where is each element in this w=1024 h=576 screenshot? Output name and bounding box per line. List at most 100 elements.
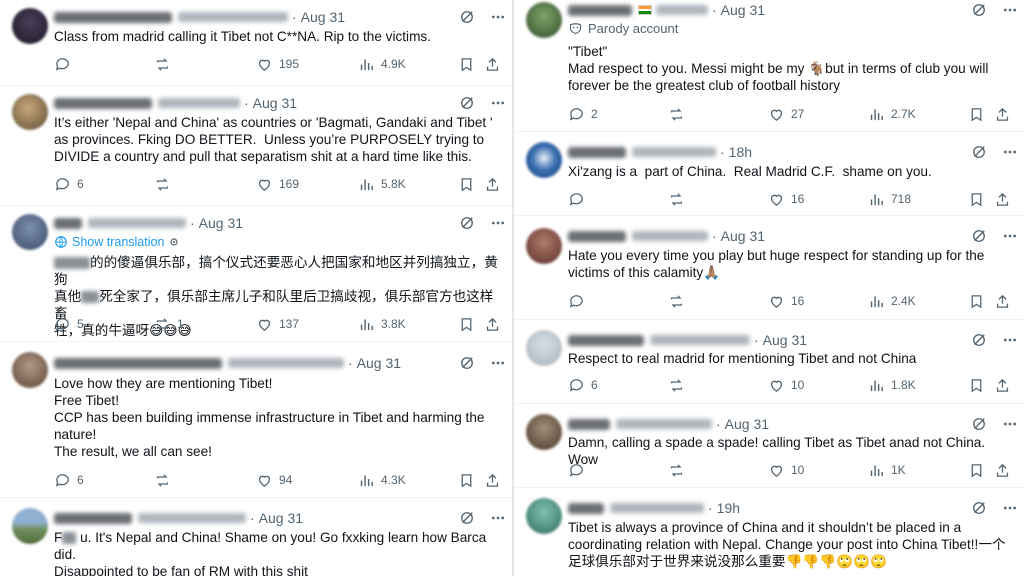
- avatar[interactable]: [12, 8, 48, 44]
- tweet-card[interactable]: · Aug 31 F u. It's Nepal and China! Sham…: [0, 498, 512, 576]
- bookmark-button[interactable]: [968, 106, 985, 123]
- views-button[interactable]: 718: [868, 191, 911, 208]
- grok-icon[interactable]: [970, 1, 988, 19]
- grok-icon[interactable]: [458, 8, 476, 26]
- share-button[interactable]: [484, 56, 501, 73]
- views-button[interactable]: 2.4K: [868, 293, 916, 310]
- tweet-date[interactable]: Aug 31: [357, 355, 401, 371]
- reply-button[interactable]: [568, 293, 591, 310]
- views-button[interactable]: 4.3K: [358, 472, 406, 489]
- more-icon[interactable]: [1002, 500, 1018, 516]
- more-icon[interactable]: [1002, 2, 1018, 18]
- grok-icon[interactable]: [458, 509, 476, 527]
- repost-button[interactable]: [668, 377, 691, 394]
- avatar[interactable]: [12, 508, 48, 544]
- grok-icon[interactable]: [458, 94, 476, 112]
- tweet-card[interactable]: · Aug 31 Show translation 的的傻逼俱乐部，搞个仪式还要…: [0, 206, 512, 342]
- share-button[interactable]: [994, 462, 1011, 479]
- reply-button[interactable]: [568, 191, 591, 208]
- repost-button[interactable]: [668, 191, 691, 208]
- more-icon[interactable]: [1002, 332, 1018, 348]
- tweet-date[interactable]: Aug 31: [301, 9, 345, 25]
- repost-button[interactable]: [154, 56, 177, 73]
- avatar[interactable]: [526, 330, 562, 366]
- reply-button[interactable]: 6: [54, 176, 84, 193]
- reply-button[interactable]: 6: [54, 472, 84, 489]
- tweet-date[interactable]: Aug 31: [253, 95, 297, 111]
- share-button[interactable]: [484, 472, 501, 489]
- tweet-date[interactable]: 18h: [729, 144, 752, 160]
- bookmark-button[interactable]: [968, 191, 985, 208]
- avatar[interactable]: [12, 352, 48, 388]
- tweet-card[interactable]: · Aug 31 Damn, calling a spade a spade! …: [514, 404, 1024, 488]
- like-button[interactable]: 27: [768, 106, 804, 123]
- reply-button[interactable]: [54, 56, 77, 73]
- tweet-card[interactable]: · Aug 31 Respect to real madrid for ment…: [514, 320, 1024, 404]
- tweet-date[interactable]: Aug 31: [721, 228, 765, 244]
- more-icon[interactable]: [490, 355, 506, 371]
- like-button[interactable]: 169: [256, 176, 299, 193]
- repost-button[interactable]: [668, 106, 691, 123]
- tweet-card[interactable]: · 18h Xi'zang is a part of China. Real M…: [514, 132, 1024, 216]
- avatar[interactable]: [12, 214, 48, 250]
- tweet-date[interactable]: Aug 31: [763, 332, 807, 348]
- like-button[interactable]: 10: [768, 462, 804, 479]
- tweet-card[interactable]: · Aug 31 Hate you every time you play bu…: [514, 216, 1024, 320]
- grok-icon[interactable]: [970, 331, 988, 349]
- more-icon[interactable]: [490, 95, 506, 111]
- repost-button[interactable]: [668, 293, 691, 310]
- repost-button[interactable]: [154, 472, 177, 489]
- reply-button[interactable]: 5: [54, 316, 84, 333]
- views-button[interactable]: 1.8K: [868, 377, 916, 394]
- bookmark-button[interactable]: [458, 316, 475, 333]
- avatar[interactable]: [526, 498, 562, 534]
- views-button[interactable]: 3.8K: [358, 316, 406, 333]
- reply-button[interactable]: 6: [568, 377, 598, 394]
- views-button[interactable]: 2.7K: [868, 106, 916, 123]
- like-button[interactable]: 16: [768, 293, 804, 310]
- tweet-card[interactable]: · Aug 31 Love how they are mentioning Ti…: [0, 342, 512, 498]
- bookmark-button[interactable]: [458, 176, 475, 193]
- views-button[interactable]: 1K: [868, 462, 906, 479]
- bookmark-button[interactable]: [968, 293, 985, 310]
- share-button[interactable]: [484, 176, 501, 193]
- more-icon[interactable]: [490, 510, 506, 526]
- tweet-date[interactable]: Aug 31: [199, 215, 243, 231]
- repost-button[interactable]: 1: [154, 316, 184, 333]
- bookmark-button[interactable]: [458, 56, 475, 73]
- grok-icon[interactable]: [458, 214, 476, 232]
- grok-icon[interactable]: [970, 143, 988, 161]
- bookmark-button[interactable]: [458, 472, 475, 489]
- tweet-card[interactable]: · Aug 31 Parody account "Tibet" Mad resp…: [514, 0, 1024, 132]
- share-button[interactable]: [994, 293, 1011, 310]
- views-button[interactable]: 4.9K: [358, 56, 406, 73]
- avatar[interactable]: [526, 228, 562, 264]
- repost-button[interactable]: [668, 462, 691, 479]
- like-button[interactable]: 195: [256, 56, 299, 73]
- more-icon[interactable]: [1002, 416, 1018, 432]
- bookmark-button[interactable]: [968, 377, 985, 394]
- more-icon[interactable]: [490, 9, 506, 25]
- avatar[interactable]: [12, 94, 48, 130]
- more-icon[interactable]: [490, 215, 506, 231]
- share-button[interactable]: [484, 316, 501, 333]
- tweet-card[interactable]: · 19h Tibet is always a province of Chin…: [514, 488, 1024, 576]
- tweet-date[interactable]: Aug 31: [721, 2, 765, 18]
- tweet-card[interactable]: · Aug 31 Class from madrid calling it Ti…: [0, 0, 512, 86]
- like-button[interactable]: 94: [256, 472, 292, 489]
- bookmark-button[interactable]: [968, 462, 985, 479]
- avatar[interactable]: [526, 142, 562, 178]
- grok-icon[interactable]: [970, 227, 988, 245]
- avatar[interactable]: [526, 414, 562, 450]
- tweet-date[interactable]: Aug 31: [725, 416, 769, 432]
- tweet-date[interactable]: 19h: [717, 500, 740, 516]
- show-translation-link[interactable]: Show translation: [54, 235, 180, 249]
- more-icon[interactable]: [1002, 144, 1018, 160]
- like-button[interactable]: 137: [256, 316, 299, 333]
- like-button[interactable]: 16: [768, 191, 804, 208]
- share-button[interactable]: [994, 106, 1011, 123]
- reply-button[interactable]: [568, 462, 591, 479]
- tweet-card[interactable]: · Aug 31 It’s either 'Nepal and China' a…: [0, 86, 512, 206]
- grok-icon[interactable]: [458, 354, 476, 372]
- more-icon[interactable]: [1002, 228, 1018, 244]
